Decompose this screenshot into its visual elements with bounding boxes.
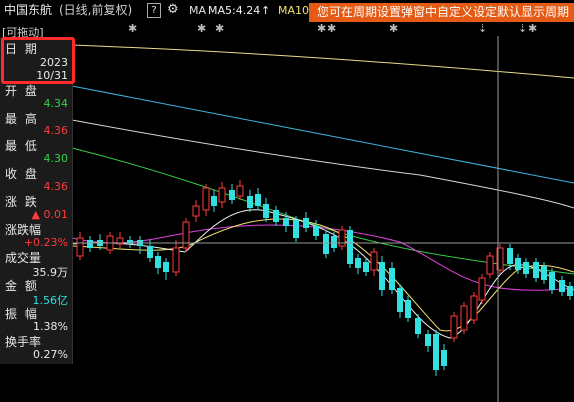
candle-body [331,236,337,248]
moving-average-lines [71,44,574,339]
low-value: 4.30 [43,152,69,165]
title-bar: 中国东航 (日线,前复权) ? ⚙ MA MA5:4.24 ↑ MA10:4 您… [0,0,574,22]
change-value: ▲ 0.01 [31,208,68,221]
candle-body [533,262,539,278]
candle-body [247,196,253,208]
high-value: 4.36 [43,124,69,137]
candle-body [229,190,235,200]
date-highlight-box [1,37,75,84]
candle-body [433,334,439,370]
ma5-value: MA5:4.24 [208,4,261,17]
candle-body [76,237,84,257]
gear-icon[interactable]: ⚙ [167,2,179,17]
candle-body [541,266,547,280]
candle-body [218,187,226,203]
candle-body [460,305,468,331]
turnover-value: 0.27% [33,348,68,361]
candle-body [405,300,411,318]
candlesticks [76,180,573,376]
candle-body [379,262,385,290]
event-star-icon[interactable]: ✱ [197,22,206,35]
candle-body [211,196,217,206]
candle-body [147,246,153,258]
candle-body [397,288,403,312]
amplitude-value: 1.38% [33,320,68,333]
ma5-arrow-icon: ↑ [261,4,271,17]
data-panel: 日 期 2023 10/31 开 盘 4.34 最 高 4.36 最 低 4.3… [0,38,73,364]
candle-body [192,205,200,217]
candle-body [355,258,361,268]
event-star-icon[interactable]: ✱ [389,22,398,35]
stock-name[interactable]: 中国东航 [4,3,52,17]
candle-body [515,258,521,270]
candle-body [273,210,279,222]
candle-body [236,185,244,197]
event-arrow-icon[interactable]: ⇣ [518,22,527,35]
period-setting-notice[interactable]: 您可在周期设置弹窗中自定义设定默认显示周期 [309,3,574,22]
candle-body [263,204,269,218]
candle-body [549,272,555,290]
candle-body [255,194,261,206]
candle-body [363,262,369,272]
candle-body [303,218,309,228]
ma-line [71,44,574,79]
candle-body [486,255,494,275]
candle-body [87,240,93,248]
ma-line [71,209,574,339]
event-star-icon[interactable]: ✱ [128,22,137,35]
change-pct-value: +0.23% [23,236,68,249]
candle-body [182,221,190,249]
candle-body [283,218,289,226]
candle-body [338,229,346,247]
candle-body [441,350,447,366]
close-label: 收 盘 [5,167,39,181]
event-star-icon[interactable]: ✱ [317,22,326,35]
low-label: 最 低 [5,139,39,153]
event-star-icon[interactable]: ✱ [528,22,537,35]
candle-body [370,251,378,271]
event-star-icon[interactable]: ✱ [215,22,224,35]
ma-label[interactable]: MA [189,4,206,18]
candle-body [450,315,458,339]
candle-body [293,220,299,238]
candle-body [567,286,573,296]
period-label[interactable]: (日线,前复权) [59,3,132,17]
candle-body [347,230,353,264]
close-value: 4.36 [43,180,69,193]
candle-body [172,247,180,273]
high-label: 最 高 [5,112,39,126]
event-star-icon[interactable]: ✱ [327,22,336,35]
candle-body [163,262,169,272]
candle-body [478,277,486,301]
candle-body [425,334,431,346]
kline-chart[interactable] [0,0,574,402]
candle-body [323,234,329,254]
candle-body [389,268,395,290]
ma-line [71,119,574,209]
event-arrow-icon[interactable]: ⇣ [478,22,487,35]
candle-body [559,280,565,292]
open-value: 4.34 [43,97,69,110]
candle-body [415,318,421,334]
candle-body [313,226,319,236]
candle-body [523,262,529,274]
candle-body [507,248,513,264]
open-label: 开 盘 [5,84,39,98]
candle-body [470,295,478,321]
candle-body [202,187,210,211]
candle-body [155,256,161,268]
help-button[interactable]: ? [147,3,161,18]
